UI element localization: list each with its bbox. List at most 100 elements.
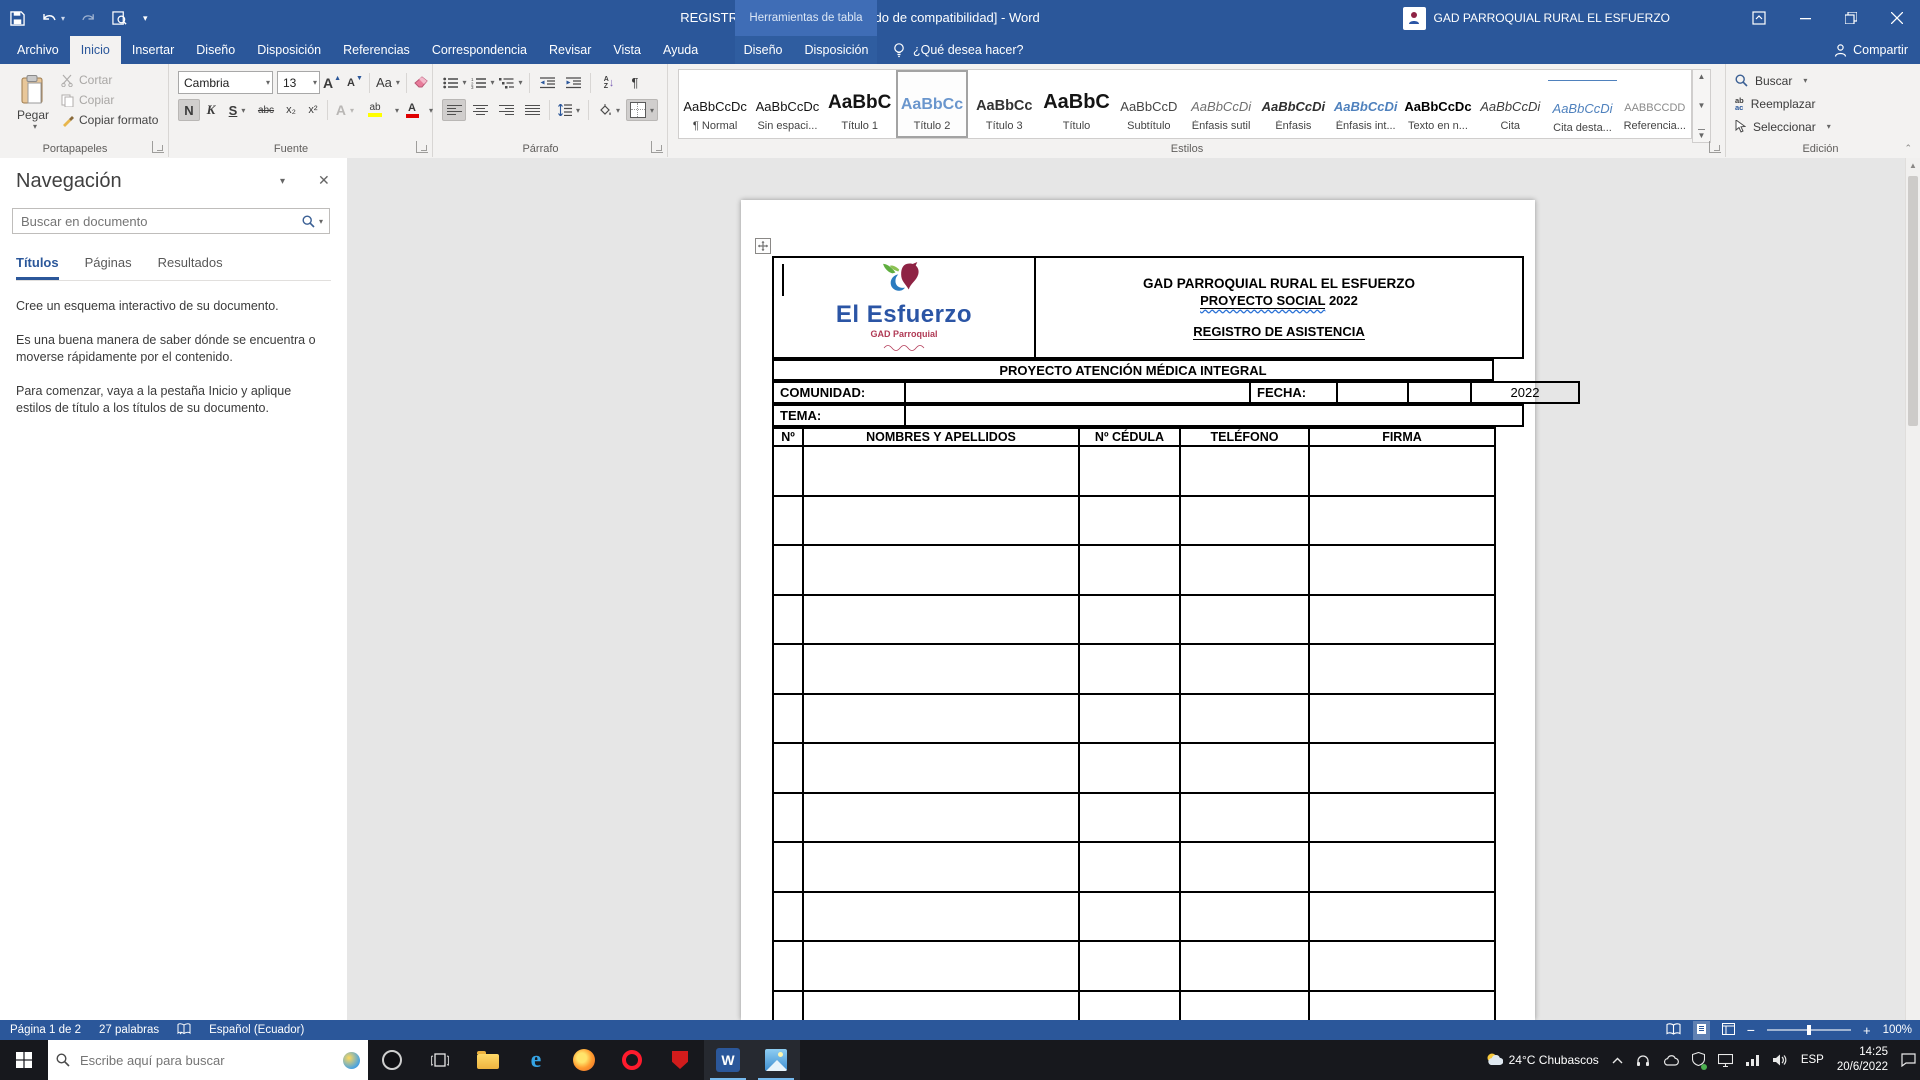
style-item[interactable]: AaBbCcDiCita bbox=[1474, 70, 1546, 138]
scrollbar-thumb[interactable] bbox=[1908, 176, 1918, 426]
line-spacing-button[interactable]: ▾ bbox=[555, 99, 583, 121]
save-button[interactable] bbox=[10, 11, 25, 26]
empty-cell[interactable] bbox=[1180, 694, 1309, 744]
column-header[interactable]: TELÉFONO bbox=[1180, 428, 1309, 446]
empty-cell[interactable] bbox=[1309, 892, 1495, 942]
bullets-button[interactable]: ▾ bbox=[442, 71, 468, 94]
project-title-cell[interactable]: PROYECTO ATENCIÓN MÉDICA INTEGRAL bbox=[773, 360, 1493, 380]
notification-center-icon[interactable] bbox=[1901, 1053, 1916, 1067]
empty-cell[interactable] bbox=[803, 941, 1079, 991]
grow-font-button[interactable]: A▲ bbox=[320, 71, 344, 94]
shrink-font-button[interactable]: A▼ bbox=[344, 71, 366, 94]
numbering-button[interactable]: 123▾ bbox=[470, 71, 496, 94]
strikethrough-button[interactable]: abc bbox=[252, 99, 280, 121]
zoom-level[interactable]: 100% bbox=[1883, 1024, 1912, 1036]
tab-table-design[interactable]: Diseño bbox=[733, 36, 794, 64]
styles-scroll-down-icon[interactable]: ▼ bbox=[1698, 101, 1706, 110]
align-right-button[interactable] bbox=[494, 99, 518, 121]
empty-cell[interactable] bbox=[1079, 595, 1180, 645]
logo-cell[interactable]: El Esfuerzo GAD Parroquial bbox=[773, 257, 1035, 358]
web-layout-button[interactable] bbox=[1722, 1023, 1735, 1038]
account-area[interactable]: GAD PARROQUIAL RURAL EL ESFUERZO bbox=[1403, 0, 1671, 36]
empty-cell[interactable] bbox=[1079, 644, 1180, 694]
tema-value-cell[interactable] bbox=[905, 405, 1523, 426]
empty-cell[interactable] bbox=[773, 793, 803, 843]
page-indicator[interactable]: Página 1 de 2 bbox=[10, 1024, 81, 1036]
nav-search-dropdown-icon[interactable]: ▾ bbox=[319, 217, 323, 226]
proofing-icon[interactable] bbox=[177, 1023, 191, 1038]
undo-button[interactable]: ▾ bbox=[41, 11, 65, 25]
weather-widget[interactable]: 24°C Chubascos bbox=[1485, 1052, 1599, 1068]
sort-button[interactable]: AZ ↓ bbox=[596, 71, 622, 94]
redo-button[interactable] bbox=[81, 11, 96, 25]
clock[interactable]: 14:25 20/6/2022 bbox=[1837, 1045, 1888, 1075]
empty-cell[interactable] bbox=[1079, 842, 1180, 892]
styles-more-icon[interactable]: ▼ bbox=[1698, 129, 1706, 140]
find-button[interactable]: Buscar▾ bbox=[1725, 69, 1916, 92]
superscript-button[interactable]: x² bbox=[302, 99, 324, 121]
empty-cell[interactable] bbox=[773, 842, 803, 892]
account-avatar-icon[interactable] bbox=[1403, 7, 1426, 30]
empty-cell[interactable] bbox=[1079, 545, 1180, 595]
empty-cell[interactable] bbox=[1309, 496, 1495, 546]
empty-cell[interactable] bbox=[1079, 941, 1180, 991]
empty-cell[interactable] bbox=[773, 446, 803, 496]
onedrive-cloud-icon[interactable] bbox=[1663, 1055, 1679, 1066]
vertical-scrollbar[interactable]: ▲ bbox=[1905, 158, 1920, 1020]
clear-formatting-button[interactable] bbox=[410, 71, 434, 94]
empty-cell[interactable] bbox=[773, 991, 803, 1021]
empty-cell[interactable] bbox=[803, 446, 1079, 496]
justify-button[interactable] bbox=[520, 99, 544, 121]
empty-cell[interactable] bbox=[1180, 545, 1309, 595]
zoom-slider-thumb[interactable] bbox=[1807, 1025, 1811, 1035]
style-item[interactable]: AaBbCcDSubtítulo bbox=[1113, 70, 1185, 138]
zoom-out-button[interactable]: − bbox=[1747, 1022, 1755, 1038]
share-button[interactable]: Compartir bbox=[1834, 36, 1908, 64]
empty-cell[interactable] bbox=[803, 991, 1079, 1021]
fecha-day-cell[interactable] bbox=[1337, 382, 1408, 403]
org-header-cell[interactable]: GAD PARROQUIAL RURAL EL ESFUERZO PROYECT… bbox=[1035, 257, 1523, 358]
nav-tab-títulos[interactable]: Títulos bbox=[16, 255, 59, 280]
empty-cell[interactable] bbox=[773, 892, 803, 942]
minimize-button[interactable] bbox=[1782, 0, 1828, 36]
highlight-button[interactable]: ab bbox=[359, 99, 391, 121]
style-item[interactable]: AaBbCcDcSin espaci... bbox=[751, 70, 823, 138]
style-item[interactable]: AaBbCcDiCita desta... bbox=[1546, 70, 1618, 138]
empty-cell[interactable] bbox=[1309, 644, 1495, 694]
fecha-month-cell[interactable] bbox=[1408, 382, 1471, 403]
print-layout-button[interactable] bbox=[1693, 1021, 1710, 1040]
empty-cell[interactable] bbox=[1309, 694, 1495, 744]
paste-button[interactable]: Pegar ▾ bbox=[8, 70, 58, 136]
nav-tab-resultados[interactable]: Resultados bbox=[158, 255, 223, 277]
font-dialog-launcher[interactable] bbox=[416, 141, 428, 153]
font-size-combo[interactable]: 13▾ bbox=[277, 71, 320, 94]
table-move-handle[interactable] bbox=[755, 238, 771, 254]
align-center-button[interactable] bbox=[468, 99, 492, 121]
empty-cell[interactable] bbox=[1180, 793, 1309, 843]
empty-cell[interactable] bbox=[803, 793, 1079, 843]
fecha-label-cell[interactable]: FECHA: bbox=[1250, 382, 1337, 403]
ribbon-tab-diseño[interactable]: Diseño bbox=[185, 36, 246, 64]
empty-cell[interactable] bbox=[803, 743, 1079, 793]
fecha-year-cell[interactable]: 2022 bbox=[1471, 382, 1579, 403]
empty-cell[interactable] bbox=[803, 644, 1079, 694]
empty-cell[interactable] bbox=[1180, 496, 1309, 546]
network-icon[interactable] bbox=[1746, 1054, 1760, 1066]
empty-cell[interactable] bbox=[1180, 991, 1309, 1021]
zoom-in-button[interactable]: + bbox=[1863, 1023, 1871, 1038]
document-page[interactable]: El Esfuerzo GAD Parroquial GAD PARROQUIA… bbox=[741, 200, 1535, 1020]
file-explorer-icon[interactable] bbox=[464, 1040, 512, 1080]
decrease-indent-button[interactable] bbox=[535, 71, 559, 94]
tab-table-layout[interactable]: Disposición bbox=[794, 36, 880, 64]
style-item[interactable]: AaBbCcDiÉnfasis bbox=[1257, 70, 1329, 138]
opera-icon[interactable] bbox=[608, 1040, 656, 1080]
empty-cell[interactable] bbox=[1309, 545, 1495, 595]
paste-dropdown-icon[interactable]: ▾ bbox=[33, 122, 37, 131]
ribbon-tab-revisar[interactable]: Revisar bbox=[538, 36, 602, 64]
customize-qat-button[interactable]: ▾ bbox=[143, 13, 148, 24]
empty-cell[interactable] bbox=[1309, 991, 1495, 1021]
replace-button[interactable]: ab ac Reemplazar bbox=[1725, 92, 1916, 115]
font-color-button[interactable]: A bbox=[399, 99, 425, 121]
empty-cell[interactable] bbox=[1079, 743, 1180, 793]
tell-me-box[interactable]: ¿Qué desea hacer? bbox=[893, 36, 1024, 64]
